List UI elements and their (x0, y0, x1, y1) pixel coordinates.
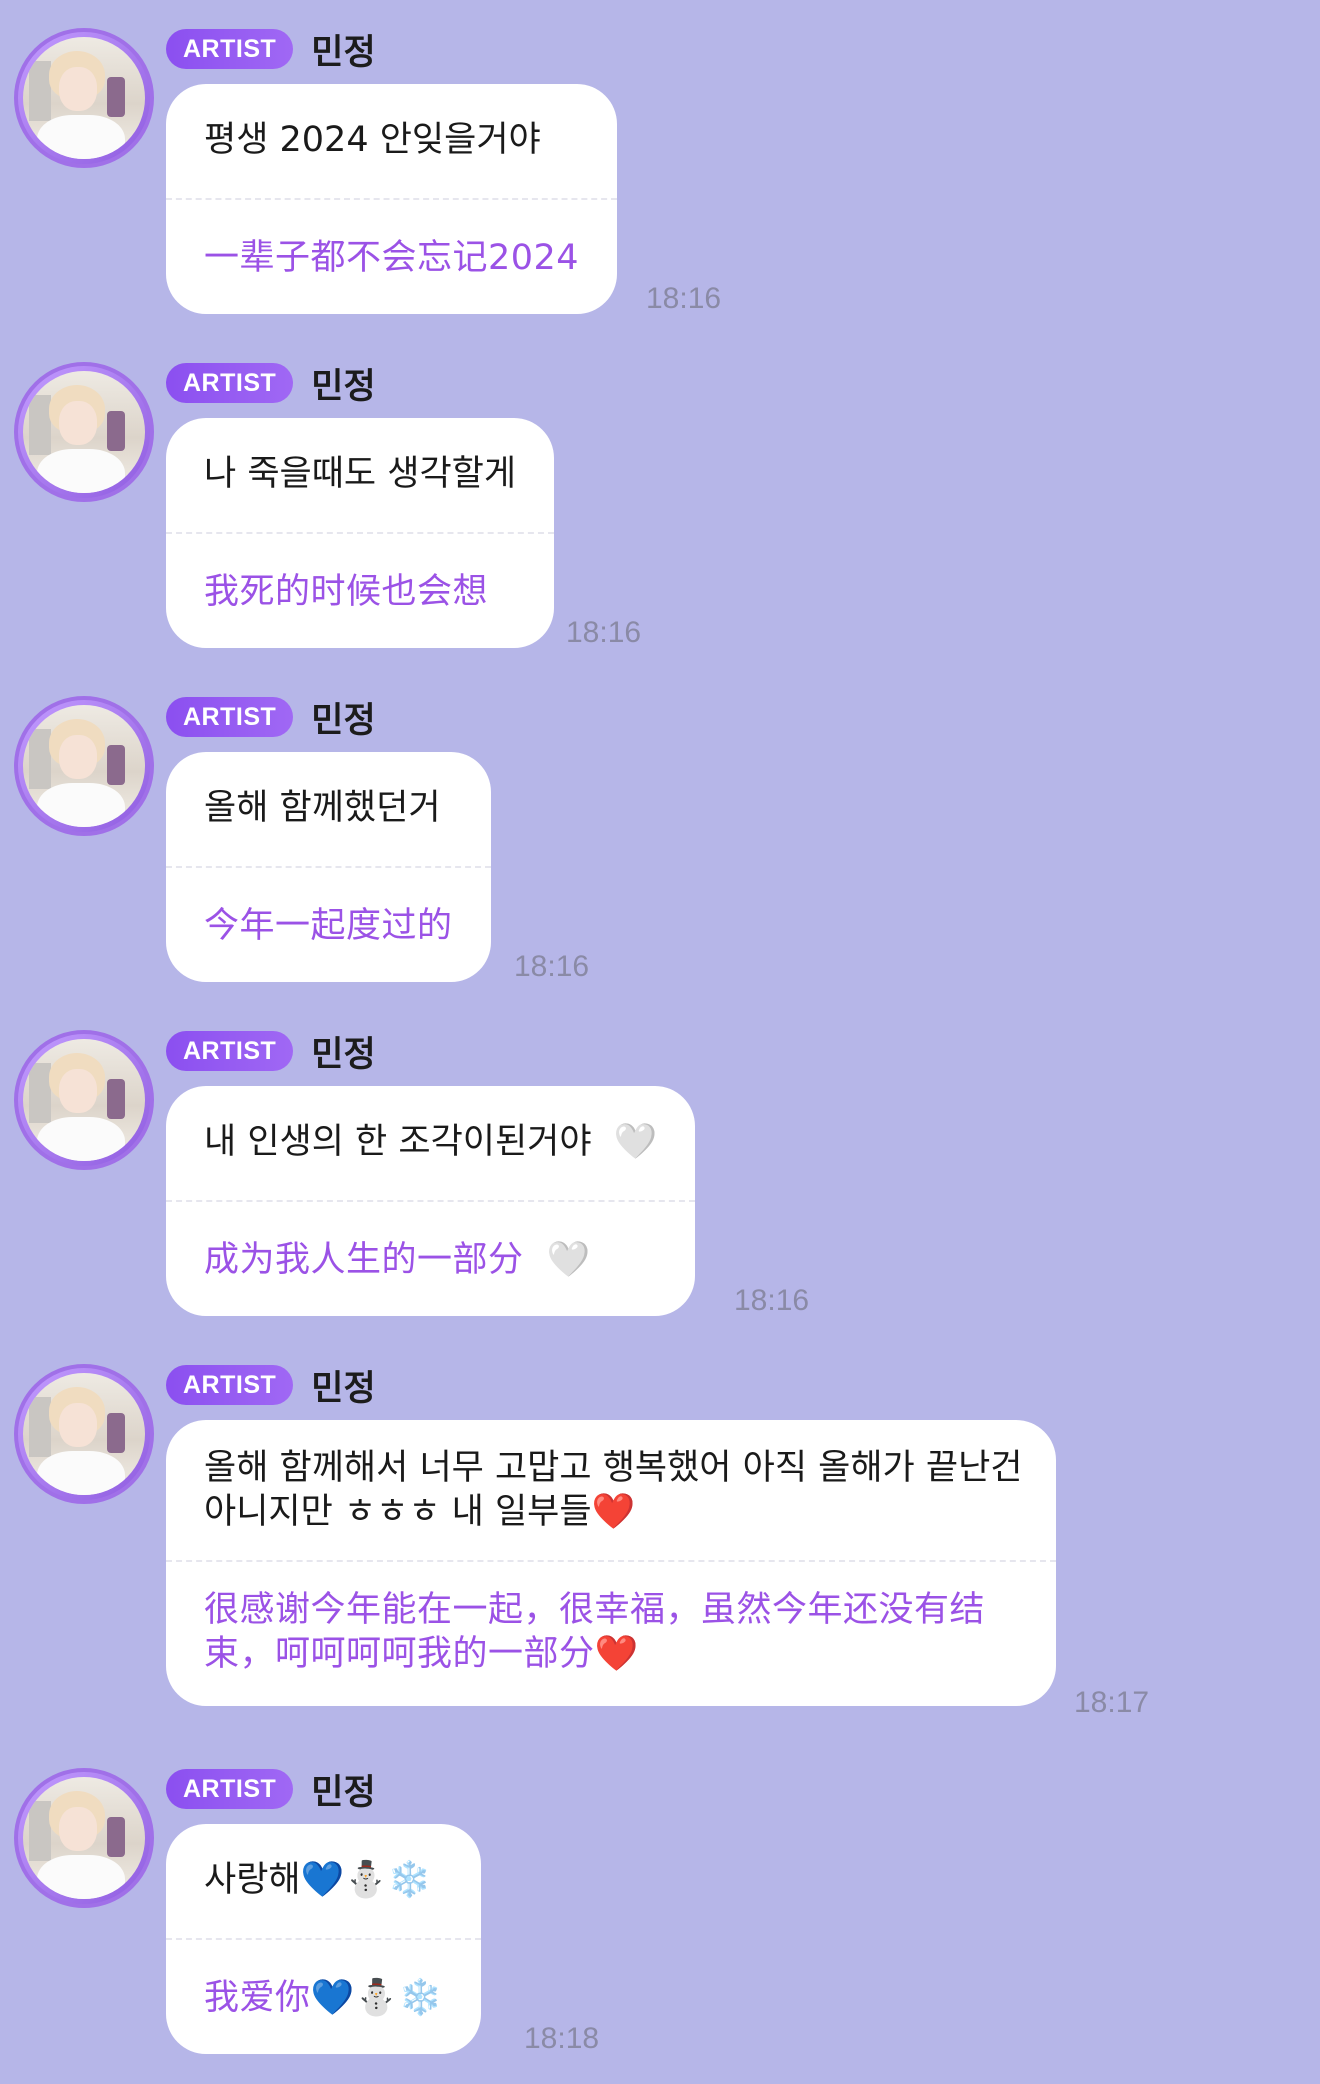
translated-text: 今年一起度过的 (204, 906, 453, 946)
message-bubble[interactable]: 평생 2024 안잊을거야 一辈子都不会忘记2024 (166, 84, 618, 314)
avatar-photo (23, 37, 145, 159)
timestamp: 18:16 (734, 1284, 810, 1317)
sender-name: 민정 (311, 1034, 376, 1075)
original-text: 내 인생의 한 조각이된거야 🤍 (204, 1122, 658, 1162)
sender-name: 민정 (311, 700, 376, 741)
message-bubble[interactable]: 나 죽을때도 생각할게 我死的时候也会想 (166, 418, 555, 648)
avatar-photo (23, 1777, 145, 1899)
artist-badge: ARTIST (166, 1365, 294, 1405)
sender-name: 민정 (311, 1772, 376, 1813)
sender-name: 민정 (311, 366, 376, 407)
artist-badge: ARTIST (166, 1031, 294, 1071)
timestamp: 18:16 (514, 950, 590, 983)
avatar[interactable] (14, 1030, 154, 1170)
timestamp: 18:16 (566, 616, 642, 649)
avatar[interactable] (14, 362, 154, 502)
message-bubble[interactable]: 올해 함께했던거 今年一起度过的 (166, 752, 491, 982)
artist-badge: ARTIST (166, 363, 294, 403)
timestamp: 18:18 (524, 2022, 600, 2055)
original-text: 평생 2024 안잊을거야 (204, 120, 541, 160)
translated-text: 很感谢今年能在一起，很幸福，虽然今年还没有结 束，呵呵呵呵我的一部分❤️ (166, 1562, 1056, 1706)
sender-row: ARTIST 민정 (166, 1364, 376, 1409)
sender-row: ARTIST 민정 (166, 28, 376, 73)
original-text: 올해 함께했던거 (204, 788, 441, 828)
artist-badge: ARTIST (166, 1769, 294, 1809)
avatar[interactable] (14, 28, 154, 168)
original-text-line: 아니지만 ㅎㅎㅎ 내 일부들❤️ (204, 1492, 636, 1532)
translated-text: 我死的时候也会想 (204, 572, 489, 612)
original-text: 사랑해💙⛄❄️ (204, 1860, 432, 1900)
sender-name: 민정 (311, 1368, 376, 1409)
translated-text-line: 束，呵呵呵呵我的一部分❤️ (204, 1634, 639, 1674)
avatar[interactable] (14, 1364, 154, 1504)
artist-badge: ARTIST (166, 697, 294, 737)
avatar-photo (23, 1039, 145, 1161)
translated-text: 一辈子都不会忘记2024 (204, 238, 580, 278)
avatar-photo (23, 705, 145, 827)
translated-text: 我爱你💙⛄❄️ (204, 1978, 443, 2018)
message-bubble[interactable]: 사랑해💙⛄❄️ 我爱你💙⛄❄️ (166, 1824, 481, 2054)
translated-text-line: 很感谢今年能在一起，很幸福，虽然今年还没有结 (204, 1590, 986, 1630)
original-text: 올해 함께해서 너무 고맙고 행복했어 아직 올해가 끝난건 아니지만 ㅎㅎㅎ … (166, 1420, 1056, 1560)
original-text-line: 올해 함께해서 너무 고맙고 행복했어 아직 올해가 끝난건 (204, 1448, 1023, 1488)
timestamp: 18:17 (1074, 1686, 1150, 1719)
timestamp: 18:16 (646, 282, 722, 315)
avatar-photo (23, 1373, 145, 1495)
avatar[interactable] (14, 696, 154, 836)
avatar[interactable] (14, 1768, 154, 1908)
message-bubble[interactable]: 올해 함께해서 너무 고맙고 행복했어 아직 올해가 끝난건 아니지만 ㅎㅎㅎ … (166, 1420, 1056, 1706)
artist-badge: ARTIST (166, 29, 294, 69)
sender-row: ARTIST 민정 (166, 1768, 376, 1813)
sender-name: 민정 (311, 32, 376, 73)
original-text: 나 죽을때도 생각할게 (204, 454, 517, 494)
sender-row: ARTIST 민정 (166, 696, 376, 741)
sender-row: ARTIST 민정 (166, 362, 376, 407)
avatar-photo (23, 371, 145, 493)
sender-row: ARTIST 민정 (166, 1030, 376, 1075)
translated-text: 成为我人生的一部分 🤍 (204, 1240, 591, 1280)
message-bubble[interactable]: 내 인생의 한 조각이된거야 🤍 成为我人生的一部分 🤍 (166, 1086, 696, 1316)
